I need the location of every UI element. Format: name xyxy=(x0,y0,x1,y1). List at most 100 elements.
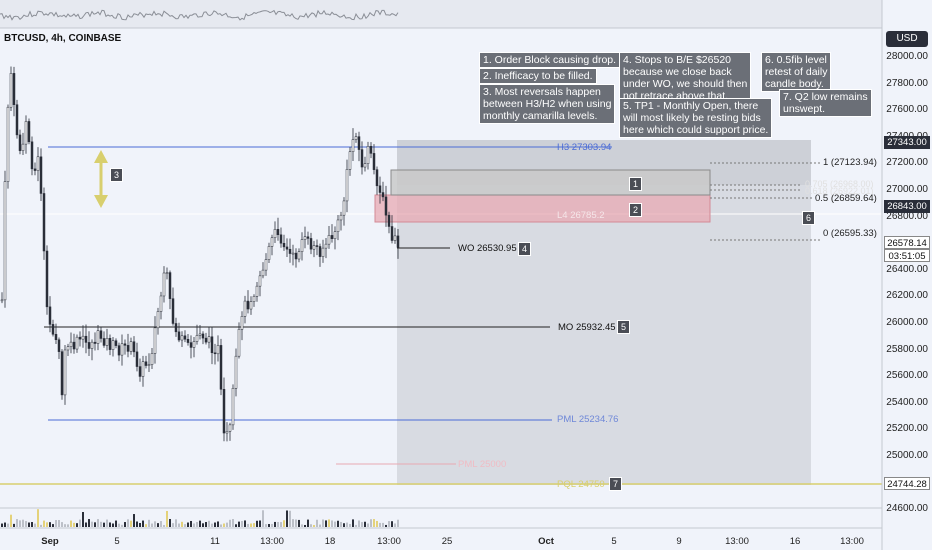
candle-body xyxy=(144,361,148,366)
candle-body xyxy=(183,335,187,340)
volume-bar xyxy=(166,510,168,527)
orderblock-box[interactable] xyxy=(390,169,711,196)
volume-bar xyxy=(250,523,252,527)
tag-5[interactable]: 5 xyxy=(617,320,630,334)
candle-body xyxy=(159,295,163,312)
volume-bar xyxy=(265,524,267,527)
candle-body xyxy=(360,149,364,168)
volume-bar xyxy=(304,524,306,527)
candle-body xyxy=(12,73,16,105)
candle-body xyxy=(51,324,55,335)
volume-bar xyxy=(106,519,108,527)
note-4[interactable]: 4. Stops to B/E $26520 because we close … xyxy=(619,52,752,104)
price-tick: 25000.00 xyxy=(886,450,928,461)
candle-body xyxy=(27,121,31,143)
candle-body xyxy=(45,250,49,308)
price-tick: 27000.00 xyxy=(886,184,928,195)
candle-body xyxy=(225,431,229,434)
volume-bar xyxy=(94,522,96,527)
candle-body xyxy=(6,106,10,182)
candle-body xyxy=(348,151,352,170)
tag-4[interactable]: 4 xyxy=(518,242,531,256)
candle-body xyxy=(192,341,196,348)
volume-bar xyxy=(7,523,9,527)
pql-label: PQL 24750 xyxy=(557,479,605,490)
candle-body xyxy=(288,248,292,254)
time-tick: 9 xyxy=(676,536,682,547)
volume-bar xyxy=(322,519,324,527)
volume-bar xyxy=(394,523,396,527)
candle-body xyxy=(78,336,82,340)
candle-body xyxy=(36,156,40,171)
volume-bar xyxy=(253,523,255,527)
price-tick: 25400.00 xyxy=(886,396,928,408)
tag-1[interactable]: 1 xyxy=(629,177,642,191)
candle-body xyxy=(99,330,103,339)
note-3[interactable]: 3. Most reversals happen between H3/H2 w… xyxy=(479,84,616,124)
tag-6[interactable]: 6 xyxy=(802,211,815,225)
time-tick: Sep xyxy=(41,536,59,547)
candle-body xyxy=(153,327,157,354)
candle-body xyxy=(276,229,280,236)
volume-bar xyxy=(79,519,81,527)
candle-body xyxy=(33,168,37,171)
candle-body xyxy=(219,345,223,390)
volume-bars xyxy=(1,509,399,527)
volume-bar xyxy=(13,523,15,527)
volume-bar xyxy=(361,522,363,527)
volume-bar xyxy=(388,521,390,527)
volume-bar xyxy=(163,524,165,527)
volume-bar xyxy=(259,520,261,527)
volume-bar xyxy=(379,522,381,527)
note-5[interactable]: 5. TP1 - Monthly Open, there will most l… xyxy=(619,98,773,138)
volume-bar xyxy=(310,524,312,527)
volume-bar xyxy=(118,523,120,527)
candle-body xyxy=(354,136,358,140)
candle-body xyxy=(243,300,247,317)
volume-bar xyxy=(358,520,360,527)
candle-body xyxy=(228,424,232,432)
volume-bar xyxy=(334,521,336,527)
candle-body xyxy=(273,229,277,239)
note-1[interactable]: 1. Order Block causing drop. xyxy=(479,52,621,68)
volume-bar xyxy=(55,520,57,527)
note-6[interactable]: 6. 0.5fib level retest of daily candle b… xyxy=(761,52,832,92)
candle-body xyxy=(321,247,325,257)
volume-bar xyxy=(277,521,279,527)
note-2[interactable]: 2. Inefficacy to be filled. xyxy=(479,68,597,84)
time-tick: 13:00 xyxy=(840,536,864,547)
volume-bar xyxy=(187,522,189,527)
candle-body xyxy=(336,219,340,232)
tag-2[interactable]: 2 xyxy=(629,203,642,217)
time-tick: 11 xyxy=(210,536,220,547)
volume-bar xyxy=(148,519,150,527)
volume-bar xyxy=(181,521,183,527)
candle-body xyxy=(186,339,190,343)
volume-bar xyxy=(136,521,138,527)
candle-body xyxy=(372,153,376,170)
time-tick: 13:00 xyxy=(260,536,284,547)
candle-body xyxy=(375,169,379,187)
currency-button[interactable]: USD xyxy=(886,31,928,47)
candle-body xyxy=(258,275,262,287)
inefficiency-box[interactable] xyxy=(374,194,711,223)
tag-7[interactable]: 7 xyxy=(609,477,622,491)
l4-label: L4 26785.2 xyxy=(557,210,605,221)
candle-body xyxy=(168,272,172,299)
volume-bar xyxy=(256,520,258,527)
volume-bar xyxy=(175,519,177,527)
volume-bar xyxy=(325,520,327,527)
candle-body xyxy=(177,331,181,341)
note-7[interactable]: 7. Q2 low remains unswept. xyxy=(779,89,872,117)
tag-3[interactable]: 3 xyxy=(110,168,123,182)
candle-body xyxy=(381,192,385,198)
volume-bar xyxy=(340,521,342,527)
symbol-label[interactable]: BTCUSD, 4h, COINBASE xyxy=(4,33,121,44)
volume-bar xyxy=(385,524,387,527)
price-tick: 27800.00 xyxy=(886,77,928,89)
volume-bar xyxy=(241,521,243,527)
candle-body xyxy=(387,214,391,227)
price-tick: 25800.00 xyxy=(886,343,928,355)
candle-body xyxy=(141,361,145,377)
volume-bar xyxy=(151,523,153,527)
